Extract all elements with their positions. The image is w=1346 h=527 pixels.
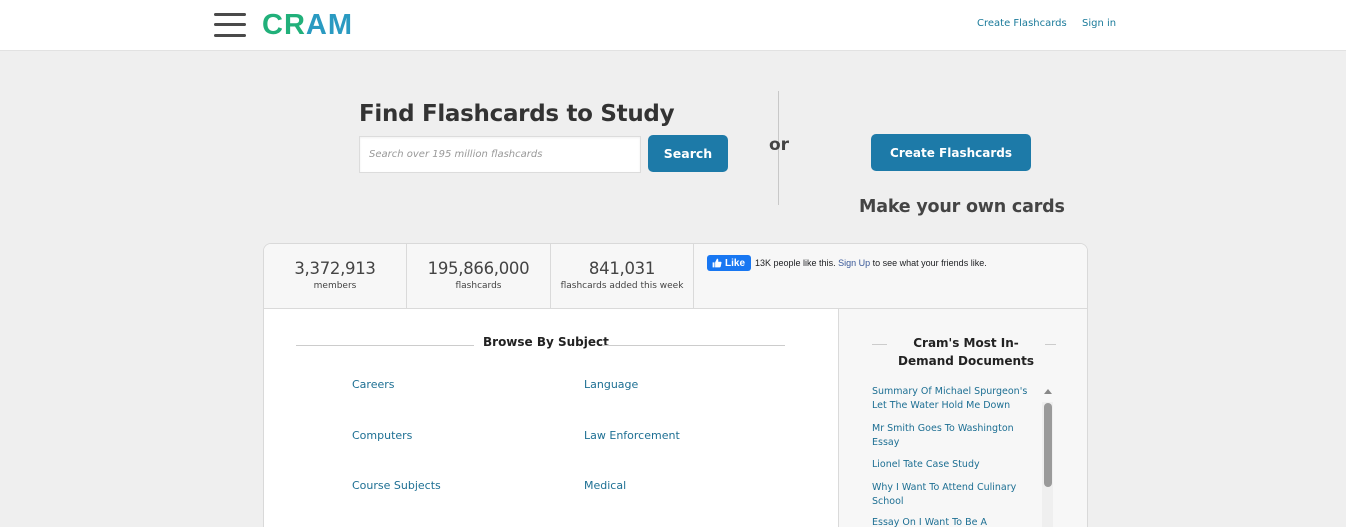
create-flashcards-button[interactable]: Create Flashcards (871, 134, 1031, 171)
stat-flashcards-added: 841,031 flashcards added this week (551, 244, 694, 309)
subject-link-medical[interactable]: Medical (584, 479, 626, 492)
search-button[interactable]: Search (648, 135, 728, 172)
sidebar-title: Cram's Most In-Demand Documents (898, 336, 1034, 368)
thumbs-up-icon (712, 258, 722, 268)
stat-members: 3,372,913 members (264, 244, 407, 309)
hamburger-menu-icon[interactable] (214, 13, 246, 37)
subject-link-course-subjects[interactable]: Course Subjects (352, 479, 441, 492)
subject-link-law-enforcement[interactable]: Law Enforcement (584, 429, 680, 442)
hero-title: Find Flashcards to Study (359, 101, 675, 127)
in-demand-documents-sidebar: Cram's Most In-Demand Documents Summary … (838, 309, 1087, 527)
stat-label: flashcards added this week (560, 281, 684, 291)
hamburger-line (214, 34, 246, 37)
logo-part-green: CR (262, 9, 306, 41)
top-navigation-bar: CRAM Create Flashcards Sign in (0, 0, 1346, 51)
browse-by-subject-section: Browse By Subject Careers Language Compu… (264, 309, 838, 527)
header-sign-in-link[interactable]: Sign in (1082, 18, 1116, 29)
facebook-like-text: 13K people like this. Sign Up to see wha… (755, 258, 987, 268)
hamburger-line (214, 23, 246, 26)
subject-link-computers[interactable]: Computers (352, 429, 412, 442)
stat-flashcards: 195,866,000 flashcards (407, 244, 551, 309)
like-label: Like (725, 257, 746, 269)
title-rule-right (1045, 344, 1056, 345)
flashcard-search-input[interactable] (359, 136, 641, 173)
title-rule-left (872, 344, 887, 345)
sidebar-scroll-thumb[interactable] (1044, 403, 1052, 487)
browse-title: Browse By Subject (483, 335, 609, 349)
subject-link-language[interactable]: Language (584, 378, 638, 391)
document-link[interactable]: Lionel Tate Case Study (872, 458, 1036, 472)
stats-bar: 3,372,913 members 195,866,000 flashcards… (264, 244, 1087, 309)
hamburger-line (214, 13, 246, 16)
like-count-text: 13K people like this. (755, 258, 836, 268)
document-link[interactable]: Why I Want To Attend Culinary School (872, 481, 1036, 509)
document-link[interactable]: Essay On I Want To Be A (872, 516, 1036, 527)
title-rule-left (296, 345, 474, 346)
content-card: 3,372,913 members 195,866,000 flashcards… (263, 243, 1088, 527)
cram-logo[interactable]: CRAM (262, 7, 353, 43)
facebook-signup-link[interactable]: Sign Up (838, 258, 870, 268)
like-rest-text: to see what your friends like. (872, 258, 987, 268)
facebook-like-button[interactable]: Like (707, 255, 752, 271)
facebook-like-widget: Like 13K people like this. Sign Up to se… (707, 255, 987, 271)
stat-value: 841,031 (588, 259, 656, 278)
stat-label: flashcards (455, 281, 502, 291)
make-own-cards-text: Make your own cards (859, 197, 1065, 217)
header-create-flashcards-link[interactable]: Create Flashcards (977, 18, 1067, 29)
title-rule-right (602, 345, 785, 346)
stat-label: members (313, 281, 357, 291)
triangle-up-icon[interactable] (1044, 389, 1052, 394)
or-separator-text: or (769, 135, 790, 155)
document-link[interactable]: Mr Smith Goes To Washington Essay (872, 422, 1036, 450)
logo-part-blue: AM (305, 9, 353, 41)
subject-link-careers[interactable]: Careers (352, 378, 395, 391)
document-link[interactable]: Summary Of Michael Spurgeon's Let The Wa… (872, 385, 1036, 413)
stat-value: 195,866,000 (427, 259, 530, 278)
stat-value: 3,372,913 (294, 259, 376, 278)
